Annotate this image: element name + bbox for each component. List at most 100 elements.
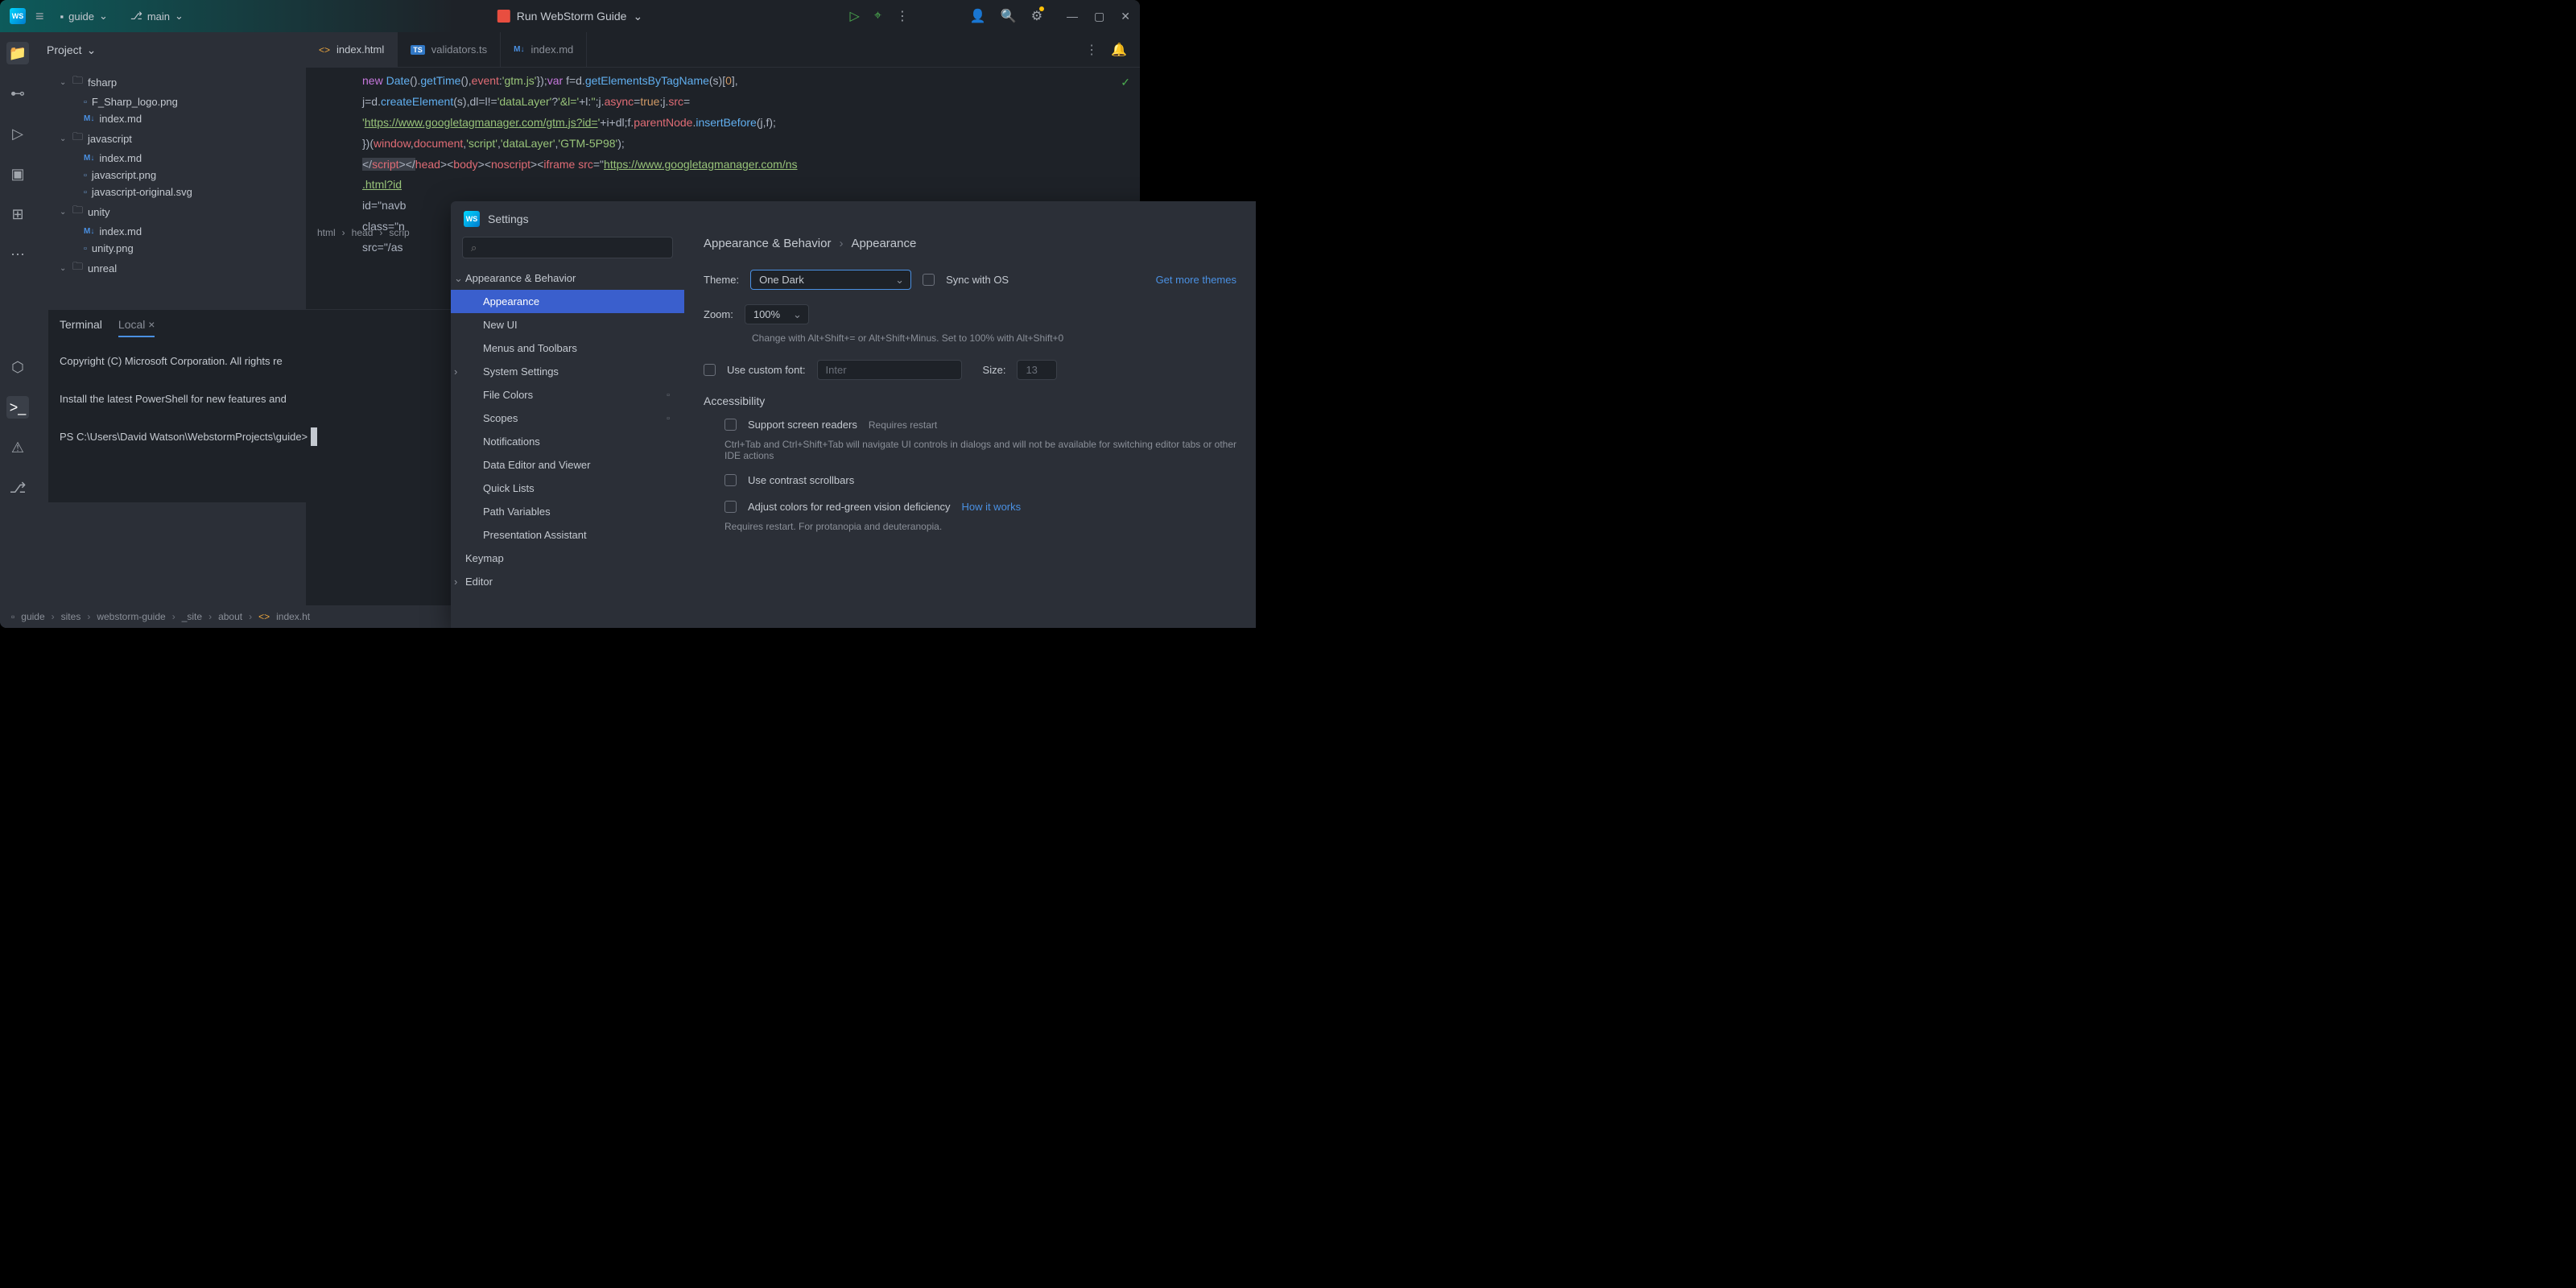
services-tool-icon[interactable]: ⬡: [6, 356, 29, 378]
nav-appearance-behavior[interactable]: Appearance & Behavior: [451, 266, 684, 290]
editor-breadcrumb[interactable]: html› head› scrip: [306, 222, 421, 243]
theme-select[interactable]: One Dark: [750, 270, 911, 290]
close-icon[interactable]: ×: [148, 318, 155, 331]
webstorm-icon: WS: [10, 8, 26, 24]
zoom-label: Zoom:: [704, 308, 733, 320]
tab-more-icon[interactable]: ⋮: [1085, 42, 1098, 58]
nav-new-ui[interactable]: New UI: [451, 313, 684, 336]
settings-nav: Appearance & Behavior Appearance New UI …: [451, 237, 684, 628]
tab-index-html[interactable]: <>index.html: [306, 32, 398, 67]
branch-icon: ⎇: [130, 10, 142, 23]
run-config-selector[interactable]: Run WebStorm Guide ⌄: [497, 10, 642, 23]
run-config-icon: [497, 10, 510, 23]
nav-editor[interactable]: Editor: [451, 570, 684, 593]
terminal-local-tab[interactable]: Local ×: [118, 318, 155, 337]
debug-icon[interactable]: ⌖: [874, 9, 881, 23]
close-icon[interactable]: ✕: [1121, 10, 1130, 23]
structure-tool-icon[interactable]: ⊞: [6, 203, 29, 225]
tree-file[interactable]: ▫javascript.png: [35, 167, 306, 184]
branch-name: main: [147, 10, 170, 23]
sync-os-label: Sync with OS: [946, 274, 1009, 286]
tree-folder[interactable]: ⌄🗀unity: [35, 200, 306, 223]
settings-icon[interactable]: ⚙: [1031, 8, 1042, 24]
code-with-me-icon[interactable]: 👤: [970, 8, 986, 24]
layout-tool-icon[interactable]: ▣: [6, 163, 29, 185]
settings-breadcrumb: Appearance & Behavior›Appearance: [704, 237, 1236, 250]
project-name: guide: [68, 10, 94, 23]
get-themes-link[interactable]: Get more themes: [1156, 274, 1236, 286]
hamburger-icon[interactable]: ≡: [35, 8, 44, 25]
contrast-scrollbars-checkbox[interactable]: [724, 474, 737, 486]
screen-readers-checkbox[interactable]: [724, 419, 737, 431]
tree-file[interactable]: ▫unity.png: [35, 240, 306, 257]
nav-file-colors[interactable]: File Colors▫: [451, 383, 684, 407]
nav-data-editor[interactable]: Data Editor and Viewer: [451, 453, 684, 477]
tree-folder[interactable]: ⌄🗀fsharp: [35, 71, 306, 93]
nav-appearance[interactable]: Appearance: [451, 290, 684, 313]
maximize-icon[interactable]: ▢: [1094, 10, 1104, 23]
settings-title: Settings: [488, 213, 529, 225]
terminal-panel: Terminal Local × Copyright (C) Microsoft…: [48, 309, 451, 502]
search-icon[interactable]: 🔍: [1001, 8, 1017, 24]
nav-keymap[interactable]: Keymap: [451, 547, 684, 570]
terminal-tab[interactable]: Terminal: [60, 318, 102, 337]
html-icon: <>: [319, 44, 330, 56]
custom-font-checkbox[interactable]: [704, 364, 716, 376]
nav-system-settings[interactable]: System Settings: [451, 360, 684, 383]
tree-file[interactable]: M↓index.md: [35, 150, 306, 167]
how-it-works-link[interactable]: How it works: [961, 501, 1021, 513]
more-tool-icon[interactable]: ⋯: [6, 243, 29, 266]
tree-file[interactable]: M↓index.md: [35, 223, 306, 240]
tree-file[interactable]: ▫javascript-original.svg: [35, 184, 306, 200]
titlebar: WS ≡ ▪ guide ⌄ ⎇ main ⌄ Run WebStorm Gui…: [0, 0, 1140, 32]
screen-readers-label: Support screen readers: [748, 419, 857, 431]
inspection-ok-icon[interactable]: ✓: [1121, 76, 1130, 89]
project-selector[interactable]: ▪ guide ⌄: [54, 6, 114, 26]
chevron-down-icon: ⌄: [175, 10, 184, 23]
more-icon[interactable]: ⋮: [896, 8, 909, 24]
nav-menus[interactable]: Menus and Toolbars: [451, 336, 684, 360]
font-select[interactable]: Inter: [817, 360, 962, 380]
notifications-icon[interactable]: 🔔: [1111, 42, 1127, 58]
run-icon[interactable]: ▷: [850, 8, 860, 24]
terminal-tool-icon[interactable]: >_: [6, 396, 29, 419]
nav-presentation[interactable]: Presentation Assistant: [451, 523, 684, 547]
theme-label: Theme:: [704, 274, 739, 286]
screen-readers-hint: Ctrl+Tab and Ctrl+Shift+Tab will navigat…: [724, 439, 1236, 461]
tree-file[interactable]: M↓index.md: [35, 110, 306, 127]
branch-selector[interactable]: ⎇ main ⌄: [124, 6, 190, 26]
chevron-down-icon: ⌄: [87, 43, 97, 57]
vcs-tool-icon[interactable]: ⎇: [6, 477, 29, 499]
font-size-input[interactable]: 13: [1017, 360, 1057, 380]
nav-notifications[interactable]: Notifications: [451, 430, 684, 453]
zoom-select[interactable]: 100%: [745, 304, 809, 324]
run-tool-icon[interactable]: ▷: [6, 122, 29, 145]
project-panel-header[interactable]: Project ⌄: [35, 32, 306, 68]
html-icon: <>: [258, 611, 270, 622]
tab-validators-ts[interactable]: TSvalidators.ts: [398, 32, 501, 67]
tab-index-md[interactable]: M↓index.md: [501, 32, 587, 67]
ts-icon: TS: [411, 45, 425, 55]
nav-quick-lists[interactable]: Quick Lists: [451, 477, 684, 500]
project-tool-icon[interactable]: 📁: [6, 42, 29, 64]
chevron-down-icon: ⌄: [99, 10, 108, 23]
minimize-icon[interactable]: —: [1067, 10, 1078, 23]
colorblind-label: Adjust colors for red-green vision defic…: [748, 501, 950, 513]
md-icon: M↓: [514, 45, 524, 54]
terminal-body[interactable]: Copyright (C) Microsoft Corporation. All…: [48, 345, 451, 452]
colorblind-checkbox[interactable]: [724, 501, 737, 513]
project-panel-title: Project: [47, 43, 82, 56]
problems-tool-icon[interactable]: ⚠: [6, 436, 29, 459]
tree-folder[interactable]: ⌄🗀javascript: [35, 127, 306, 150]
commit-tool-icon[interactable]: ⊷: [6, 82, 29, 105]
tree-file[interactable]: ▫F_Sharp_logo.png: [35, 93, 306, 110]
nav-path-vars[interactable]: Path Variables: [451, 500, 684, 523]
file-icon: ▪: [60, 10, 64, 23]
left-tool-rail: 📁 ⊷ ▷ ▣ ⊞ ⋯: [0, 32, 35, 628]
settings-search-input[interactable]: [462, 237, 673, 258]
nav-scopes[interactable]: Scopes▫: [451, 407, 684, 430]
tree-folder[interactable]: ⌄🗀unreal: [35, 257, 306, 279]
custom-font-label: Use custom font:: [727, 364, 806, 376]
sync-os-checkbox[interactable]: [923, 274, 935, 286]
module-icon: ▫: [11, 611, 14, 622]
